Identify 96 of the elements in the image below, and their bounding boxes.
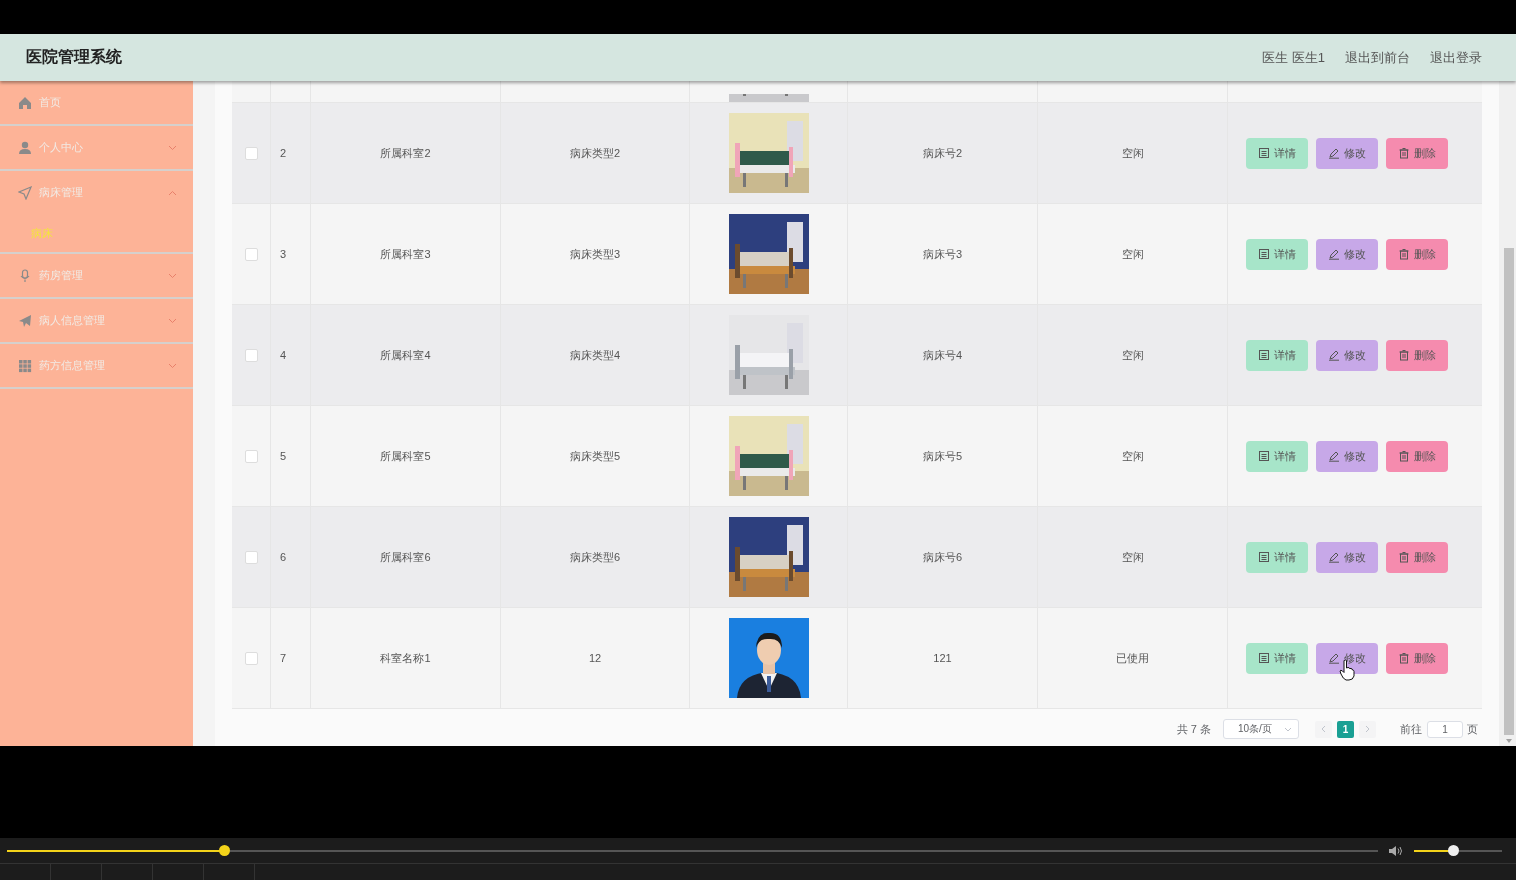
detail-button[interactable]: 详情 [1246,238,1308,270]
home-icon [18,95,32,110]
pencil-icon [1328,349,1340,361]
row-checkbox[interactable] [244,449,258,463]
page-suffix: 页 [1467,721,1478,737]
pencil-icon [1328,248,1340,260]
table-cell: 病床号6 [922,549,963,565]
trash-icon [1398,147,1410,159]
table-cell: 3 [280,248,287,260]
total-count: 共 7 条 [1176,721,1211,737]
table-cell: 所属科室2 [380,145,431,161]
trash-icon [1398,450,1410,462]
detail-button[interactable]: 详情 [1246,137,1308,169]
page-size-select[interactable]: 10条/页 [1223,719,1299,739]
table-cell: 病床类型4 [569,347,621,363]
table-cell: 病床号4 [922,347,963,363]
table-cell: 所属科室3 [380,246,431,262]
trash-icon [1398,551,1410,563]
paper-plane-icon [18,313,32,328]
detail-button[interactable]: 详情 [1246,440,1308,472]
detail-button[interactable]: 详情 [1246,541,1308,573]
header-link[interactable]: 退出到前台 [1345,48,1410,67]
chevron-left-icon [1321,725,1326,733]
table-cell: 所属科室5 [380,448,431,464]
pencil-icon [1328,652,1340,664]
edit-button[interactable]: 修改 [1316,137,1378,169]
document-icon [1258,450,1270,462]
next-page-button[interactable] [1359,720,1376,738]
table-cell: 病床号2 [922,145,963,161]
user-name: 医生 医生1 [1262,48,1325,67]
header-link[interactable]: 退出登录 [1430,48,1482,67]
table-cell: 所属科室6 [380,549,431,565]
volume-thumb[interactable] [1447,844,1459,856]
table-cell: 121 [933,652,952,664]
row-checkbox[interactable] [244,247,258,261]
microphone-icon [18,268,32,283]
edit-button[interactable]: 修改 [1316,238,1378,270]
table-cell: 5 [280,450,287,462]
table-cell: 病床类型2 [569,145,621,161]
document-icon [1258,551,1270,563]
table-cell: 病床类型6 [569,549,621,565]
edit-button[interactable]: 修改 [1316,541,1378,573]
paper-plane-outline-icon [18,185,32,200]
table-cell: 空闲 [1121,347,1144,363]
pencil-icon [1328,147,1340,159]
delete-button[interactable]: 删除 [1386,440,1448,472]
delete-button[interactable]: 删除 [1386,541,1448,573]
document-icon [1258,652,1270,664]
detail-button[interactable]: 详情 [1246,642,1308,674]
table-cell: 2 [280,147,287,159]
table-cell: 病床号5 [922,448,963,464]
row-checkbox[interactable] [244,550,258,564]
grid-icon [18,358,32,373]
table-cell: 4 [280,349,287,361]
table-cell: 空闲 [1121,246,1144,262]
table-cell: 所属科室4 [380,347,431,363]
row-checkbox[interactable] [244,146,258,160]
trash-icon [1398,349,1410,361]
app-title: 医院管理系统 [26,47,123,67]
chevron-right-icon [1365,725,1370,733]
table-cell: 病床类型3 [569,246,621,262]
goto-label: 前往 [1400,721,1422,737]
edit-button[interactable]: 修改 [1316,440,1378,472]
edit-button[interactable]: 修改 [1316,339,1378,371]
row-checkbox[interactable] [244,348,258,362]
scrollbar[interactable] [1502,81,1516,746]
row-checkbox[interactable] [244,651,258,665]
prev-page-button[interactable] [1315,720,1332,738]
goto-page-field[interactable]: 1 [1427,720,1463,738]
chevron-down-icon [1284,726,1292,732]
detail-button[interactable]: 详情 [1246,339,1308,371]
document-icon [1258,248,1270,260]
table-cell: 已使用 [1116,650,1149,666]
table-cell: 空闲 [1121,145,1144,161]
table-cell: 12 [588,652,602,664]
table-cell: 病床类型5 [569,448,621,464]
user-icon [18,140,32,155]
delete-button[interactable]: 删除 [1386,137,1448,169]
document-icon [1258,349,1270,361]
delete-button[interactable]: 删除 [1386,339,1448,371]
pencil-icon [1328,450,1340,462]
delete-button[interactable]: 删除 [1386,238,1448,270]
trash-icon [1398,652,1410,664]
table-cell: 空闲 [1121,448,1144,464]
table-cell: 病床号3 [922,246,963,262]
delete-button[interactable]: 删除 [1386,642,1448,674]
page-button[interactable]: 1 [1337,720,1354,738]
progress-thumb[interactable] [218,844,230,856]
table-cell: 空闲 [1121,549,1144,565]
table-cell: 6 [280,551,287,563]
table-cell: 科室名称1 [380,650,431,666]
table-cell: 7 [280,652,287,664]
document-icon [1258,147,1270,159]
trash-icon [1398,248,1410,260]
volume-icon [1388,844,1404,857]
pencil-icon [1328,551,1340,563]
